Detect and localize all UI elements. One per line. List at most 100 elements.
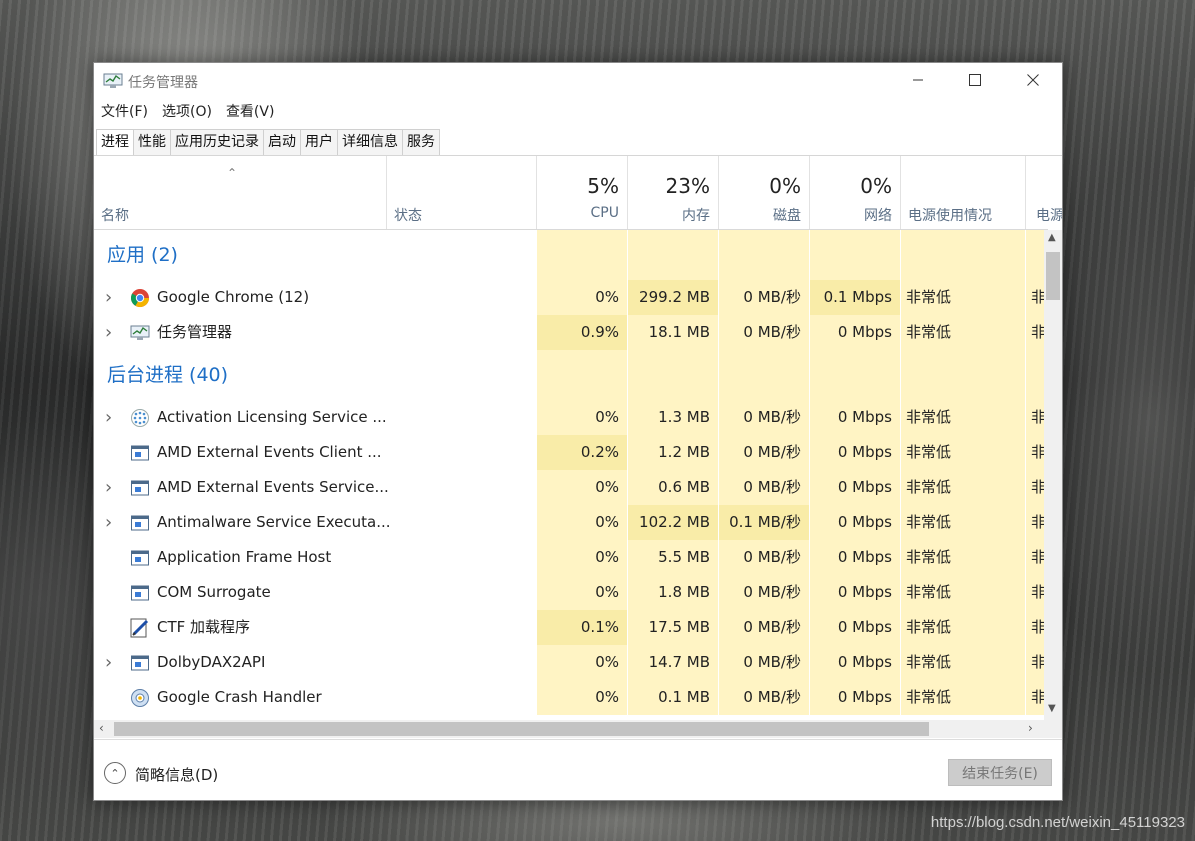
column-power-header[interactable]: 电源使用情况	[900, 156, 1025, 229]
power-trend-value: 非	[1031, 618, 1044, 636]
column-power-trend-header[interactable]: 电源	[1025, 156, 1062, 229]
process-row[interactable]: › Google Chrome (12) 0% 299.2 MB 0 MB/秒 0.1 M…	[94, 280, 1044, 315]
tab-performance[interactable]: 性能	[133, 129, 171, 156]
column-status-header[interactable]: 状态	[386, 156, 536, 229]
window-icon	[130, 583, 150, 603]
disk-value: 0 MB/秒	[743, 323, 801, 341]
vertical-scrollbar[interactable]: ▲ ▼	[1044, 230, 1062, 720]
cpu-value: 0%	[595, 688, 619, 706]
menu-view[interactable]: 查看(V)	[219, 101, 282, 123]
tab-app-history[interactable]: 应用历史记录	[170, 129, 264, 156]
end-task-button[interactable]: 结束任务(E)	[948, 759, 1052, 786]
title-bar[interactable]: 任务管理器	[94, 63, 1062, 97]
cpu-value: 0%	[595, 548, 619, 566]
window-icon	[130, 443, 150, 463]
power-trend-value: 非	[1031, 653, 1044, 671]
process-row[interactable]: CTF 加载程序 0.1% 17.5 MB 0 MB/秒 0 Mbps 非常低 非	[94, 610, 1044, 645]
group-header[interactable]: 后台进程 (40)	[94, 350, 1044, 400]
menu-file[interactable]: 文件(F)	[94, 101, 155, 123]
process-name: Application Frame Host	[157, 548, 332, 566]
group-title: 应用 (2)	[107, 244, 178, 266]
process-row[interactable]: › AMD External Events Service... 0% 0.6 MB 0…	[94, 470, 1044, 505]
window-icon	[130, 653, 150, 673]
window-title: 任务管理器	[128, 75, 198, 91]
process-name: CTF 加载程序	[157, 618, 251, 636]
network-value: 0 Mbps	[837, 688, 892, 706]
maximize-button[interactable]	[946, 63, 1004, 97]
column-name-label: 名称	[101, 208, 129, 224]
tab-details[interactable]: 详细信息	[337, 129, 403, 156]
memory-value: 1.8 MB	[658, 583, 710, 601]
cpu-total: 5%	[587, 174, 619, 198]
heat-cell-bg	[536, 350, 627, 400]
horizontal-scroll-thumb[interactable]	[114, 722, 929, 736]
chevron-right-icon[interactable]: ›	[105, 280, 112, 315]
menu-bar: 文件(F) 选项(O) 查看(V)	[94, 101, 281, 123]
column-disk-label: 磁盘	[773, 208, 801, 224]
minimize-button[interactable]	[889, 63, 947, 97]
power-trend-value: 非	[1031, 288, 1044, 306]
process-row[interactable]: Application Frame Host 0% 5.5 MB 0 MB/秒 0 Mb…	[94, 540, 1044, 575]
chevron-right-icon[interactable]: ›	[105, 505, 112, 540]
scroll-up-icon[interactable]: ▲	[1048, 232, 1056, 243]
power-usage-value: 非常低	[906, 288, 952, 306]
column-name-header[interactable]: ⌃ 名称	[94, 156, 386, 229]
pen-icon	[130, 618, 150, 638]
power-trend-value: 非	[1031, 408, 1044, 426]
tab-services[interactable]: 服务	[402, 129, 440, 156]
chevron-up-icon[interactable]: ⌃	[104, 762, 126, 784]
window-icon	[130, 548, 150, 568]
scroll-left-icon[interactable]: ‹	[99, 721, 104, 735]
network-total: 0%	[860, 174, 892, 198]
tab-startup[interactable]: 启动	[263, 129, 301, 156]
process-row[interactable]: › 任务管理器 0.9% 18.1 MB 0 MB/秒 0 Mbps 非常低 非	[94, 315, 1044, 350]
cpu-value: 0%	[595, 513, 619, 531]
process-row[interactable]: › DolbyDAX2API 0% 14.7 MB 0 MB/秒 0 Mbps 非常低 非	[94, 645, 1044, 680]
process-name: 任务管理器	[157, 323, 233, 341]
cpu-value: 0.1%	[580, 618, 619, 636]
network-value: 0 Mbps	[837, 408, 892, 426]
power-usage-value: 非常低	[906, 478, 952, 496]
power-usage-value: 非常低	[906, 618, 952, 636]
cpu-value: 0%	[595, 583, 619, 601]
heat-cell-bg	[809, 230, 900, 280]
fewer-details-link[interactable]: 简略信息(D)	[135, 764, 218, 785]
network-value: 0 Mbps	[837, 548, 892, 566]
close-icon	[1027, 74, 1039, 86]
memory-value: 1.3 MB	[658, 408, 710, 426]
group-header[interactable]: 应用 (2)	[94, 230, 1044, 280]
scroll-down-icon[interactable]: ▼	[1048, 703, 1056, 714]
horizontal-scrollbar[interactable]: ‹ ›	[94, 720, 1044, 738]
memory-value: 0.1 MB	[658, 688, 710, 706]
sort-ascending-icon: ⌃	[227, 166, 238, 180]
column-disk-header[interactable]: 0% 磁盘	[718, 156, 809, 229]
process-name: AMD External Events Client ...	[157, 443, 382, 461]
memory-value: 1.2 MB	[658, 443, 710, 461]
process-row[interactable]: › Antimalware Service Executa... 0% 102.2 M…	[94, 505, 1044, 540]
power-trend-value: 非	[1031, 688, 1044, 706]
scroll-right-icon[interactable]: ›	[1028, 721, 1033, 735]
process-row[interactable]: AMD External Events Client ... 0.2% 1.2 MB…	[94, 435, 1044, 470]
chevron-right-icon[interactable]: ›	[105, 315, 112, 350]
process-row[interactable]: › Activation Licensing Service ... 0% 1.3 M…	[94, 400, 1044, 435]
column-status-label: 状态	[394, 208, 422, 224]
menu-options[interactable]: 选项(O)	[155, 101, 219, 123]
service-dots-icon	[130, 408, 150, 428]
vertical-scroll-thumb[interactable]	[1046, 252, 1060, 300]
cpu-value: 0%	[595, 478, 619, 496]
close-button[interactable]	[1004, 63, 1062, 97]
footer-bar: ⌃ 简略信息(D) 结束任务(E)	[94, 739, 1062, 801]
chevron-right-icon[interactable]: ›	[105, 400, 112, 435]
process-row[interactable]: COM Surrogate 0% 1.8 MB 0 MB/秒 0 Mbps 非常低 非	[94, 575, 1044, 610]
maximize-icon	[969, 74, 981, 86]
column-network-header[interactable]: 0% 网络	[809, 156, 900, 229]
heat-cell-bg	[809, 350, 900, 400]
tab-processes[interactable]: 进程	[96, 129, 134, 156]
disk-value: 0 MB/秒	[743, 583, 801, 601]
chevron-right-icon[interactable]: ›	[105, 645, 112, 680]
chevron-right-icon[interactable]: ›	[105, 470, 112, 505]
column-cpu-header[interactable]: 5% CPU	[536, 156, 627, 229]
tab-users[interactable]: 用户	[300, 129, 338, 156]
column-memory-header[interactable]: 23% 内存	[627, 156, 718, 229]
process-row[interactable]: Google Crash Handler 0% 0.1 MB 0 MB/秒 0 Mbps…	[94, 680, 1044, 715]
